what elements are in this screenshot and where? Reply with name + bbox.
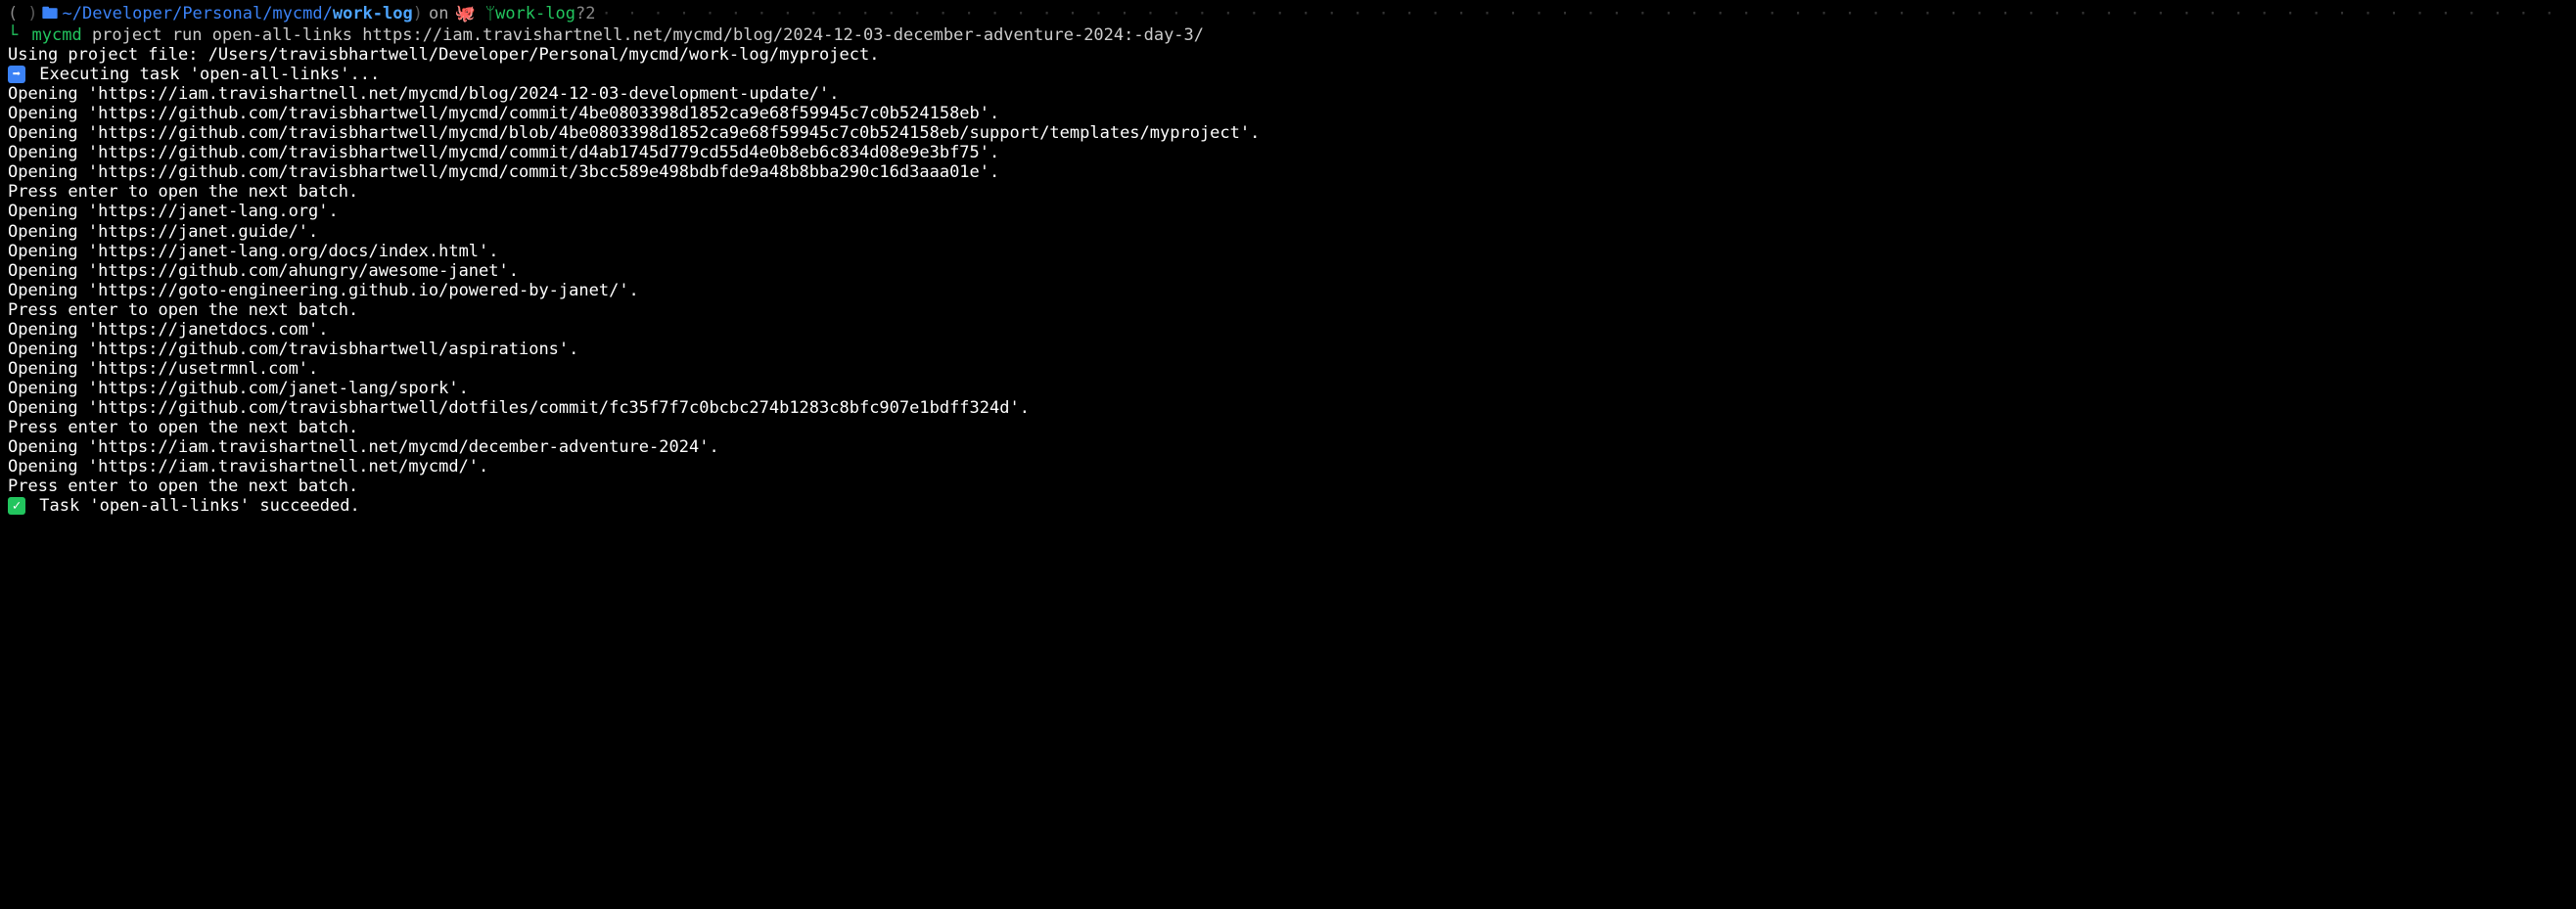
output-line: Opening 'https://github.com/janet-lang/s… [8, 379, 2568, 398]
output-line: Press enter to open the next batch. [8, 418, 2568, 437]
output-line: Opening 'https://github.com/travisbhartw… [8, 340, 2568, 359]
output-line: Opening 'https://janetdocs.com'. [8, 320, 2568, 340]
exec-message: Executing task 'open-all-links'... [29, 65, 380, 84]
output-exec-line: ➡ Executing task 'open-all-links'... [8, 65, 2568, 84]
output-line: Press enter to open the next batch. [8, 477, 2568, 496]
output-line: Opening 'https://github.com/travisbhartw… [8, 104, 2568, 123]
command-name: mycmd [32, 25, 82, 45]
prompt-dots-filler: · · · · · · · · · · · · · · · · · · · · … [601, 4, 2568, 23]
prompt-open-bracket: ( [8, 4, 18, 23]
prompt-close-paren-2: ) [413, 4, 423, 23]
output-line: Opening 'https://janet.guide/'. [8, 222, 2568, 242]
arrow-right-icon: ➡ [8, 66, 25, 83]
prompt-path-parent: ~/Developer/Personal/mycmd/ [63, 4, 333, 23]
command-args: project run open-all-links https://iam.t… [92, 25, 1204, 45]
output-line: Opening 'https://github.com/travisbhartw… [8, 123, 2568, 143]
output-success-line: ✓ Task 'open-all-links' succeeded. [8, 496, 2568, 516]
output-line: Opening 'https://janet-lang.org/docs/ind… [8, 242, 2568, 261]
output-line: Opening 'https://iam.travishartnell.net/… [8, 437, 2568, 457]
output-line: Opening 'https://usetrmnl.com'. [8, 359, 2568, 379]
output-line: Opening 'https://iam.travishartnell.net/… [8, 457, 2568, 477]
folder-icon: 🖿 [42, 4, 59, 23]
output-line: Opening 'https://github.com/ahungry/awes… [8, 261, 2568, 281]
prompt-arrow-icon: └ [8, 25, 18, 45]
output-line: Opening 'https://goto-engineering.github… [8, 281, 2568, 300]
prompt-on: on [429, 4, 448, 23]
output-line: Press enter to open the next batch. [8, 300, 2568, 320]
output-line: Opening 'https://github.com/travisbhartw… [8, 143, 2568, 162]
output-line: Using project file: /Users/travisbhartwe… [8, 45, 2568, 65]
output-line: Press enter to open the next batch. [8, 182, 2568, 202]
shell-prompt: ( ) 🖿 ~/Developer/Personal/mycmd/work-lo… [8, 4, 2568, 23]
output-line: Opening 'https://iam.travishartnell.net/… [8, 84, 2568, 104]
prompt-close-bracket-1: ) [27, 4, 37, 23]
output-line: Opening 'https://janet-lang.org'. [8, 202, 2568, 221]
git-branch-icon: 🐙 ᛘ [454, 4, 495, 23]
check-icon: ✓ [8, 497, 25, 515]
command-line[interactable]: └ mycmd project run open-all-links https… [8, 25, 2568, 45]
prompt-path-leaf: work-log [333, 4, 413, 23]
git-branch-name: work-log [495, 4, 575, 23]
git-branch-status: ?2 [575, 4, 595, 23]
output-line: Opening 'https://github.com/travisbhartw… [8, 162, 2568, 182]
success-message: Task 'open-all-links' succeeded. [29, 496, 360, 516]
output-line: Opening 'https://github.com/travisbhartw… [8, 398, 2568, 418]
